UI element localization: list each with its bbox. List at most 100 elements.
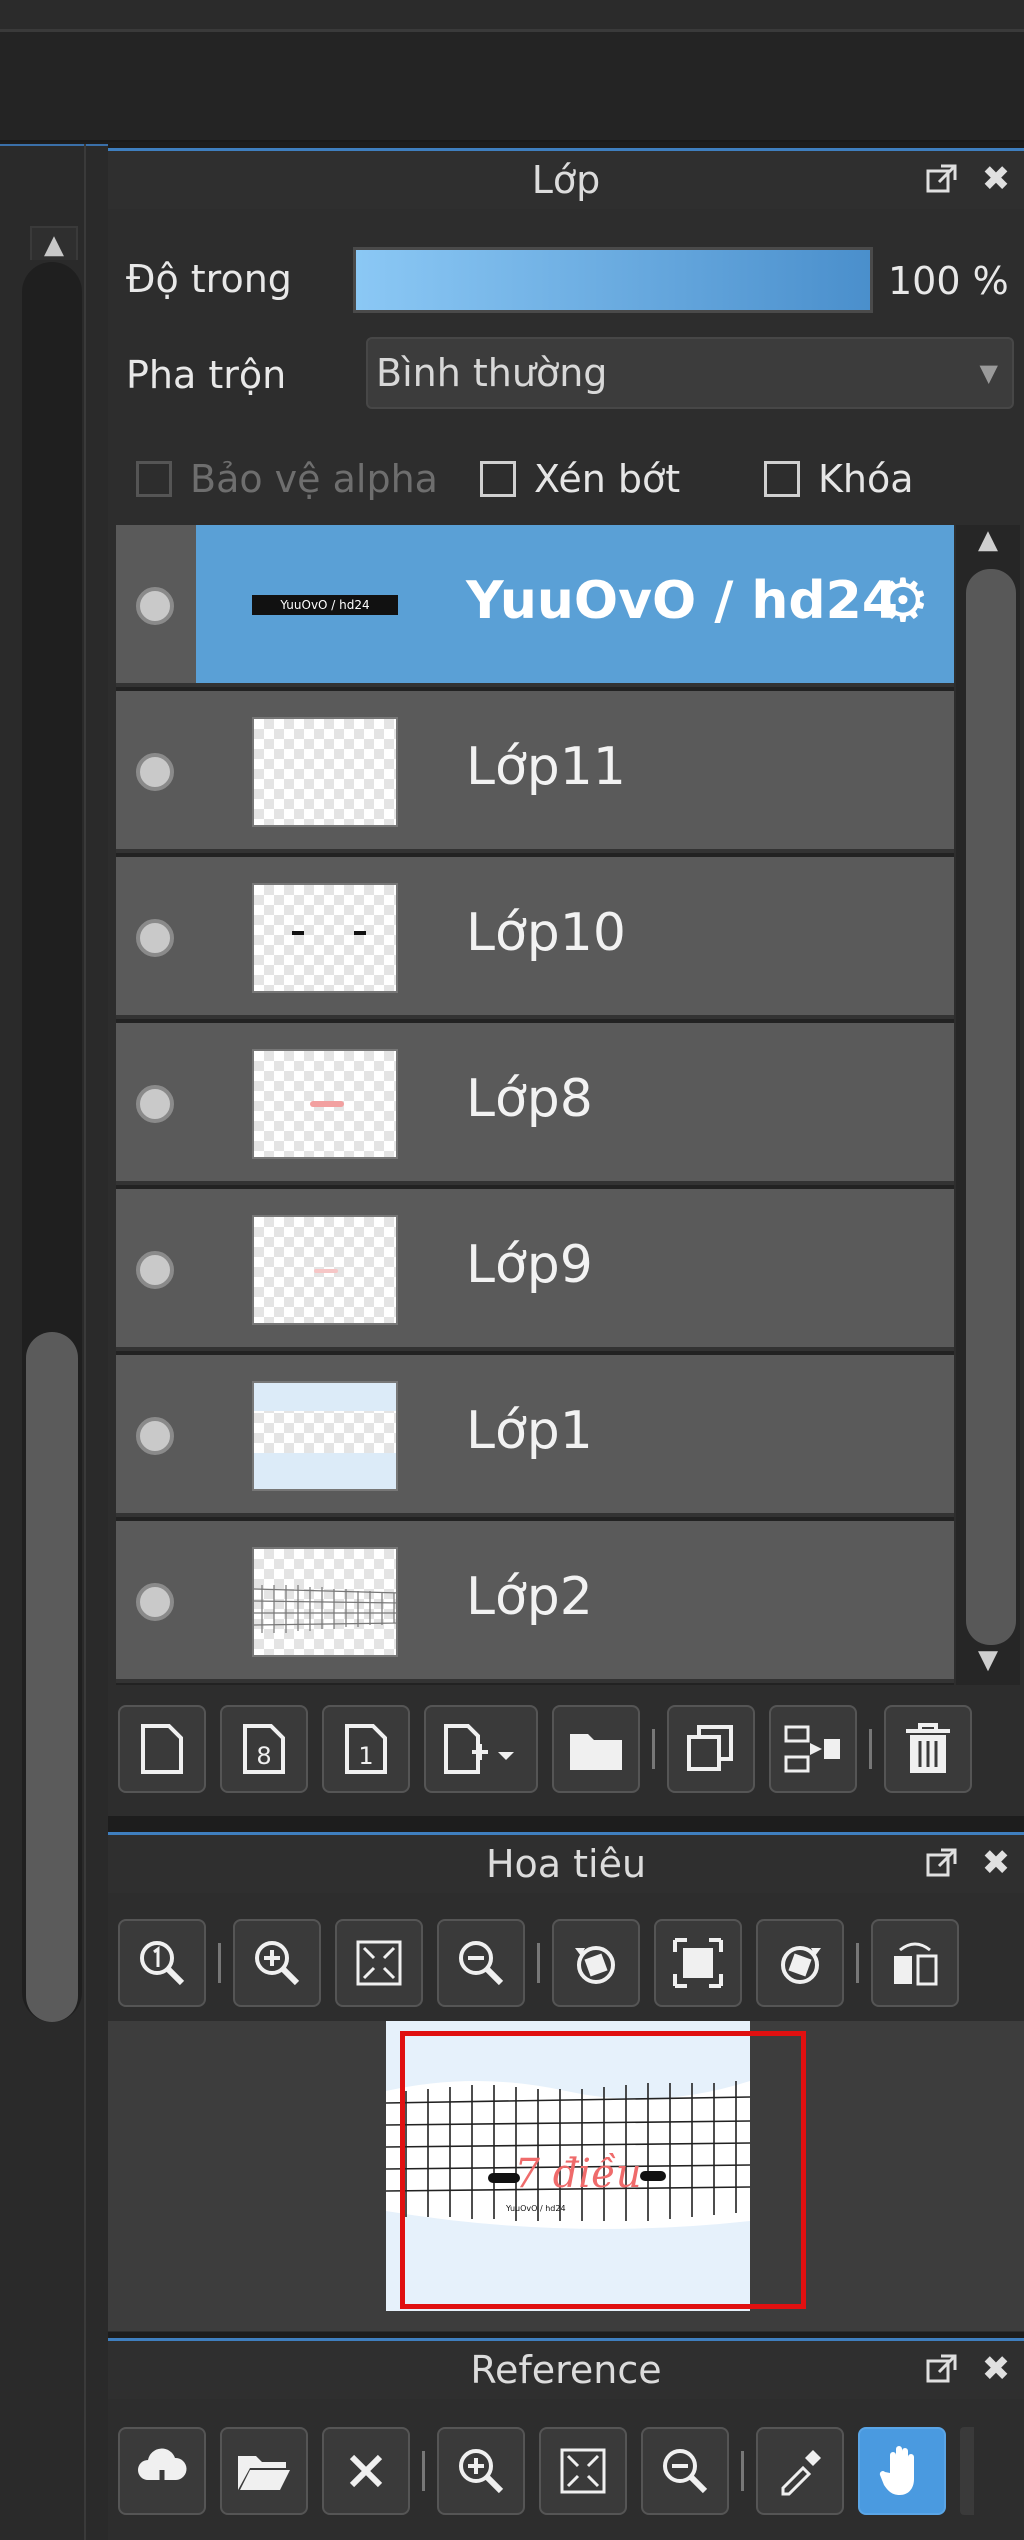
zoom-in-button[interactable] [233,1919,321,2007]
zoom-out-icon [459,1941,504,1986]
toolbar-overflow [960,2427,974,2515]
left-scroll-up-arrow[interactable]: ▲ [30,226,78,260]
clip-label: Xén bớt [534,457,681,501]
delete-layer-button[interactable] [884,1705,972,1793]
layer-name: Lớp8 [466,1069,593,1129]
flip-horizontal-button[interactable] [871,1919,959,2007]
close-icon[interactable]: ✖ [978,2351,1014,2387]
hand-tool-button[interactable] [858,2427,946,2515]
duplicate-icon [687,1725,733,1771]
new-page-icon [141,1724,183,1774]
duplicate-layer-button[interactable] [667,1705,755,1793]
add-layer-dropdown-icon [444,1724,514,1774]
fit-screen-button[interactable] [335,1919,423,2007]
load-reference-button[interactable] [118,2427,206,2515]
layer-panel: Lớp ✖ Độ trong 100 % Pha trộn Bình thườn… [108,148,1024,1816]
toolbar-separator [869,1729,872,1769]
undock-icon[interactable] [924,161,960,197]
navigator-viewport-frame[interactable] [400,2031,806,2309]
zoom-actual-button[interactable] [118,1919,206,2007]
open-reference-button[interactable] [220,2427,308,2515]
blend-mode-select[interactable]: Bình thường ▼ [366,337,1014,409]
rotate-right-button[interactable] [756,1919,844,2007]
eyedropper-button[interactable] [756,2427,844,2515]
left-scrollbar-thumb[interactable] [26,1332,78,2022]
reference-fit-button[interactable] [539,2427,627,2515]
layer-name: Lớp11 [466,737,626,797]
blend-label: Pha trộn [126,353,287,397]
reference-toolbar [118,2427,974,2515]
merge-layer-button[interactable] [769,1705,857,1793]
close-icon[interactable]: ✖ [978,1845,1014,1881]
folder-icon [570,1734,622,1770]
layer-thumbnail [252,1381,398,1491]
page-1-glyph: 1 [358,1742,373,1770]
chevron-down-icon: ▼ [979,359,998,387]
layer-thumbnail: YuuOvO / hd24 [252,551,398,661]
new-folder-button[interactable] [552,1705,640,1793]
rotate-left-button[interactable] [552,1919,640,2007]
cloud-download-icon [138,2448,187,2496]
gear-icon[interactable]: ⚙ [876,571,930,631]
visibility-toggle-icon[interactable] [136,1085,174,1123]
layer-row[interactable]: Lớp9 [116,1189,954,1351]
layer-row[interactable]: Lớp2 [116,1521,954,1683]
zoom-out-button[interactable] [437,1919,525,2007]
hand-icon [879,2446,914,2495]
close-icon[interactable]: ✖ [978,161,1014,197]
new-1bit-layer-button[interactable]: 1 [322,1705,410,1793]
zoom-in-icon [255,1941,300,1986]
layer-row[interactable]: Lớp1 [116,1355,954,1517]
clip-checkbox[interactable]: Xén bớt [480,457,681,501]
scroll-down-arrow-icon[interactable]: ▼ [966,1645,1010,1685]
checkbox-box [764,461,800,497]
thumbnail-mark [314,1269,338,1273]
layer-name: YuuOvO / hd24 [466,571,899,631]
layer-row[interactable]: Lớp10 [116,857,954,1019]
toolbar-separator [218,1943,221,1983]
layer-row[interactable]: YuuOvO / hd24 YuuOvO / hd24 ⚙ [116,525,954,687]
reset-view-icon [673,1938,723,1988]
zoom-out-icon [663,2449,708,2494]
new-8bit-layer-button[interactable]: 8 [220,1705,308,1793]
reference-zoom-in-button[interactable] [437,2427,525,2515]
merge-down-icon [784,1725,840,1773]
new-layer-button[interactable] [118,1705,206,1793]
trash-icon [906,1723,950,1773]
protect-alpha-label: Bảo vệ alpha [190,457,438,501]
close-reference-button[interactable] [322,2427,410,2515]
reset-view-button[interactable] [654,1919,742,2007]
layer-thumbnail [252,883,398,993]
layer-name: Lớp2 [466,1567,593,1627]
protect-alpha-checkbox[interactable]: Bảo vệ alpha [136,457,438,501]
visibility-toggle-icon[interactable] [136,1417,174,1455]
layer-list-scrollbar[interactable]: ▲ ▼ [956,525,1020,1685]
visibility-toggle-icon[interactable] [136,753,174,791]
lock-checkbox[interactable]: Khóa [764,457,914,501]
toolbar-separator [856,1943,859,1983]
visibility-toggle-icon[interactable] [136,1583,174,1621]
layer-list: YuuOvO / hd24 YuuOvO / hd24 ⚙ Lớp11 Lớp1… [116,525,954,1685]
visibility-toggle-icon[interactable] [136,1251,174,1289]
reference-zoom-out-button[interactable] [641,2427,729,2515]
rotate-right-icon [781,1946,821,1984]
add-layer-dropdown-button[interactable] [424,1705,538,1793]
reference-panel-title: Reference [108,2341,1024,2399]
visibility-toggle-icon[interactable] [136,587,174,625]
layer-list-scroll-thumb[interactable] [966,569,1016,1645]
app-top-bar [0,0,1024,32]
navigator-preview[interactable]: 7 điều YuuOvO / hd24 [108,2021,1024,2331]
layer-toolbar: 8 1 [118,1705,986,1793]
scroll-up-arrow-icon[interactable]: ▲ [966,525,1010,565]
layer-row[interactable]: Lớp11 [116,691,954,853]
app-toolbar-area [0,32,1024,142]
toolbar-separator [537,1943,540,1983]
layer-row[interactable]: Lớp8 [116,1023,954,1185]
page-1-icon: 1 [345,1724,387,1774]
undock-icon[interactable] [924,1845,960,1881]
visibility-toggle-icon[interactable] [136,919,174,957]
opacity-slider[interactable] [353,247,873,313]
thumbnail-mark [354,931,366,935]
undock-icon[interactable] [924,2351,960,2387]
zoom-100-icon [140,1941,185,1986]
